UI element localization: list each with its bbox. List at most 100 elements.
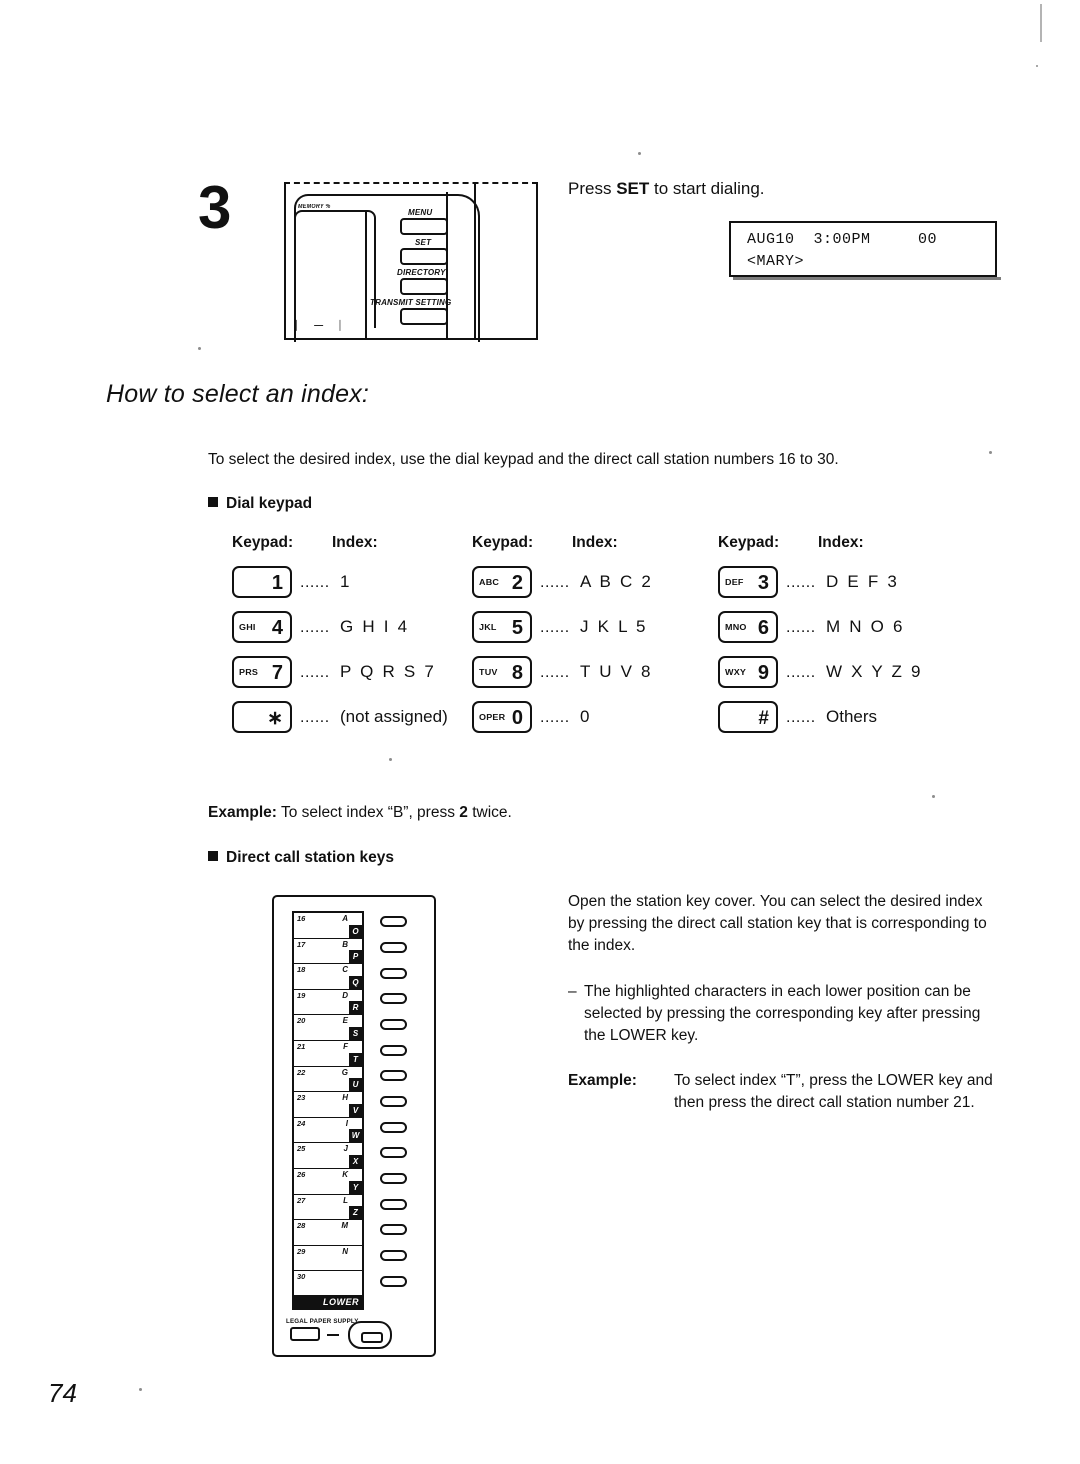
key-letters: MNO (725, 622, 747, 632)
subheading-dial-keypad-label: Dial keypad (226, 495, 313, 512)
index-value: M N O 6 (826, 617, 905, 636)
key-5[interactable]: JKL 5 (472, 611, 532, 643)
leader-dots: ...... (300, 709, 330, 726)
key-hash[interactable]: # (718, 701, 778, 733)
station-button-23[interactable] (380, 1096, 407, 1107)
leader-dots: ...... (300, 619, 330, 636)
leader-dots: ...... (540, 619, 570, 636)
index-value: T U V 8 (580, 662, 653, 681)
legal-paper-supply-button[interactable] (290, 1327, 320, 1341)
station-lower-letter: V (349, 1103, 362, 1117)
direct-call-paragraph-2-text: The highlighted characters in each lower… (584, 983, 981, 1044)
index-value: G H I 4 (340, 617, 410, 636)
station-button-18[interactable] (380, 968, 407, 979)
key-digit: 5 (511, 617, 523, 639)
key-3[interactable]: DEF 3 (718, 566, 778, 598)
start-button-oval[interactable] (348, 1321, 392, 1349)
example-label: Example: (208, 804, 277, 821)
key-digit: 4 (271, 617, 283, 639)
station-label-row: 30 (294, 1271, 362, 1297)
station-lower-letter: X (349, 1154, 362, 1168)
leader-dots: ...... (540, 574, 570, 591)
subheading-direct-call-label: Direct call station keys (226, 849, 394, 866)
station-button-24[interactable] (380, 1122, 407, 1133)
key-digit: 9 (757, 662, 769, 684)
key-9[interactable]: WXY 9 (718, 656, 778, 688)
scan-speck (989, 451, 992, 454)
subheading-dial-keypad: Dial keypad (208, 495, 312, 513)
step-number: 3 (198, 174, 231, 241)
fax-panel-divider (474, 184, 476, 338)
lower-key-bar[interactable]: LOWER (292, 1295, 364, 1310)
station-number: 20 (297, 1016, 306, 1026)
menu-button[interactable] (400, 218, 448, 235)
square-bullet-icon (208, 851, 218, 861)
key-digit: 7 (271, 662, 283, 684)
station-lower-letter: P (349, 950, 362, 964)
station-upper-letter: F (343, 1041, 348, 1051)
station-button-22[interactable] (380, 1070, 407, 1081)
square-bullet-icon (208, 497, 218, 507)
station-button-28[interactable] (380, 1224, 407, 1235)
scan-speck (932, 795, 935, 798)
key-letters: WXY (725, 667, 747, 677)
station-number: 28 (297, 1221, 306, 1231)
dial-keypad-example: Example: To select index “B”, press 2 tw… (208, 804, 512, 822)
station-number: 24 (297, 1118, 306, 1128)
station-button-26[interactable] (380, 1173, 407, 1184)
station-button-17[interactable] (380, 942, 407, 953)
leader-dots: ...... (540, 709, 570, 726)
index-value: 1 (340, 572, 350, 591)
station-button-19[interactable] (380, 993, 407, 1004)
lcd-shadow (733, 277, 1001, 280)
key-0-oper[interactable]: OPER 0 (472, 701, 532, 733)
station-upper-letter: I (345, 1118, 348, 1128)
key-digit: # (758, 708, 769, 729)
keypad-col-header: Keypad: (472, 534, 534, 551)
key-4[interactable]: GHI 4 (232, 611, 292, 643)
key-6[interactable]: MNO 6 (718, 611, 778, 643)
instruction-prefix: Press (568, 179, 617, 198)
station-lower-letter: O (349, 924, 362, 938)
key-letters: TUV (479, 667, 498, 677)
page-number: 74 (48, 1378, 77, 1408)
directory-button[interactable] (400, 278, 448, 295)
instruction-key-set: SET (616, 179, 650, 198)
station-lower-letter: T (349, 1052, 362, 1066)
key-1[interactable]: 1 (232, 566, 292, 598)
station-button-20[interactable] (380, 1019, 407, 1030)
station-number: 16 (297, 914, 306, 923)
station-button-30[interactable] (380, 1276, 407, 1287)
station-button-21[interactable] (380, 1045, 407, 1056)
station-lower-letter: Q (349, 975, 362, 989)
key-digit: 8 (511, 662, 523, 684)
station-button-27[interactable] (380, 1199, 407, 1210)
index-value: P Q R S 7 (340, 662, 437, 681)
key-8[interactable]: TUV 8 (472, 656, 532, 688)
station-lower-letter: Y (349, 1180, 362, 1194)
set-button[interactable] (400, 248, 448, 265)
station-upper-letter: N (342, 1246, 348, 1256)
key-asterisk[interactable]: ∗ (232, 701, 292, 733)
direct-call-paragraph-2: – The highlighted characters in each low… (568, 981, 1004, 1047)
fax-lcd-area (294, 210, 376, 328)
station-button-29[interactable] (380, 1250, 407, 1261)
menu-button-label: MENU (408, 208, 433, 217)
key-letters: GHI (239, 622, 256, 632)
scan-artifact-line (1040, 4, 1042, 42)
station-button-16[interactable] (380, 916, 407, 927)
leader-dots: ...... (300, 574, 330, 591)
scan-speck (389, 758, 392, 761)
station-label-row: 17 B P (294, 939, 362, 965)
example-text: To select index “T”, press the LOWER key… (674, 1072, 993, 1111)
fax-panel-divider (365, 212, 367, 338)
station-upper-letter: L (343, 1195, 348, 1205)
legal-paper-supply-label: LEGAL PAPER SUPPLY (286, 1318, 359, 1325)
key-2[interactable]: ABC 2 (472, 566, 532, 598)
station-number: 18 (297, 965, 306, 975)
index-value: J K L 5 (580, 617, 648, 636)
transmit-setting-button[interactable] (400, 308, 448, 325)
station-number: 25 (297, 1144, 306, 1154)
station-button-25[interactable] (380, 1147, 407, 1158)
key-7[interactable]: PRS 7 (232, 656, 292, 688)
